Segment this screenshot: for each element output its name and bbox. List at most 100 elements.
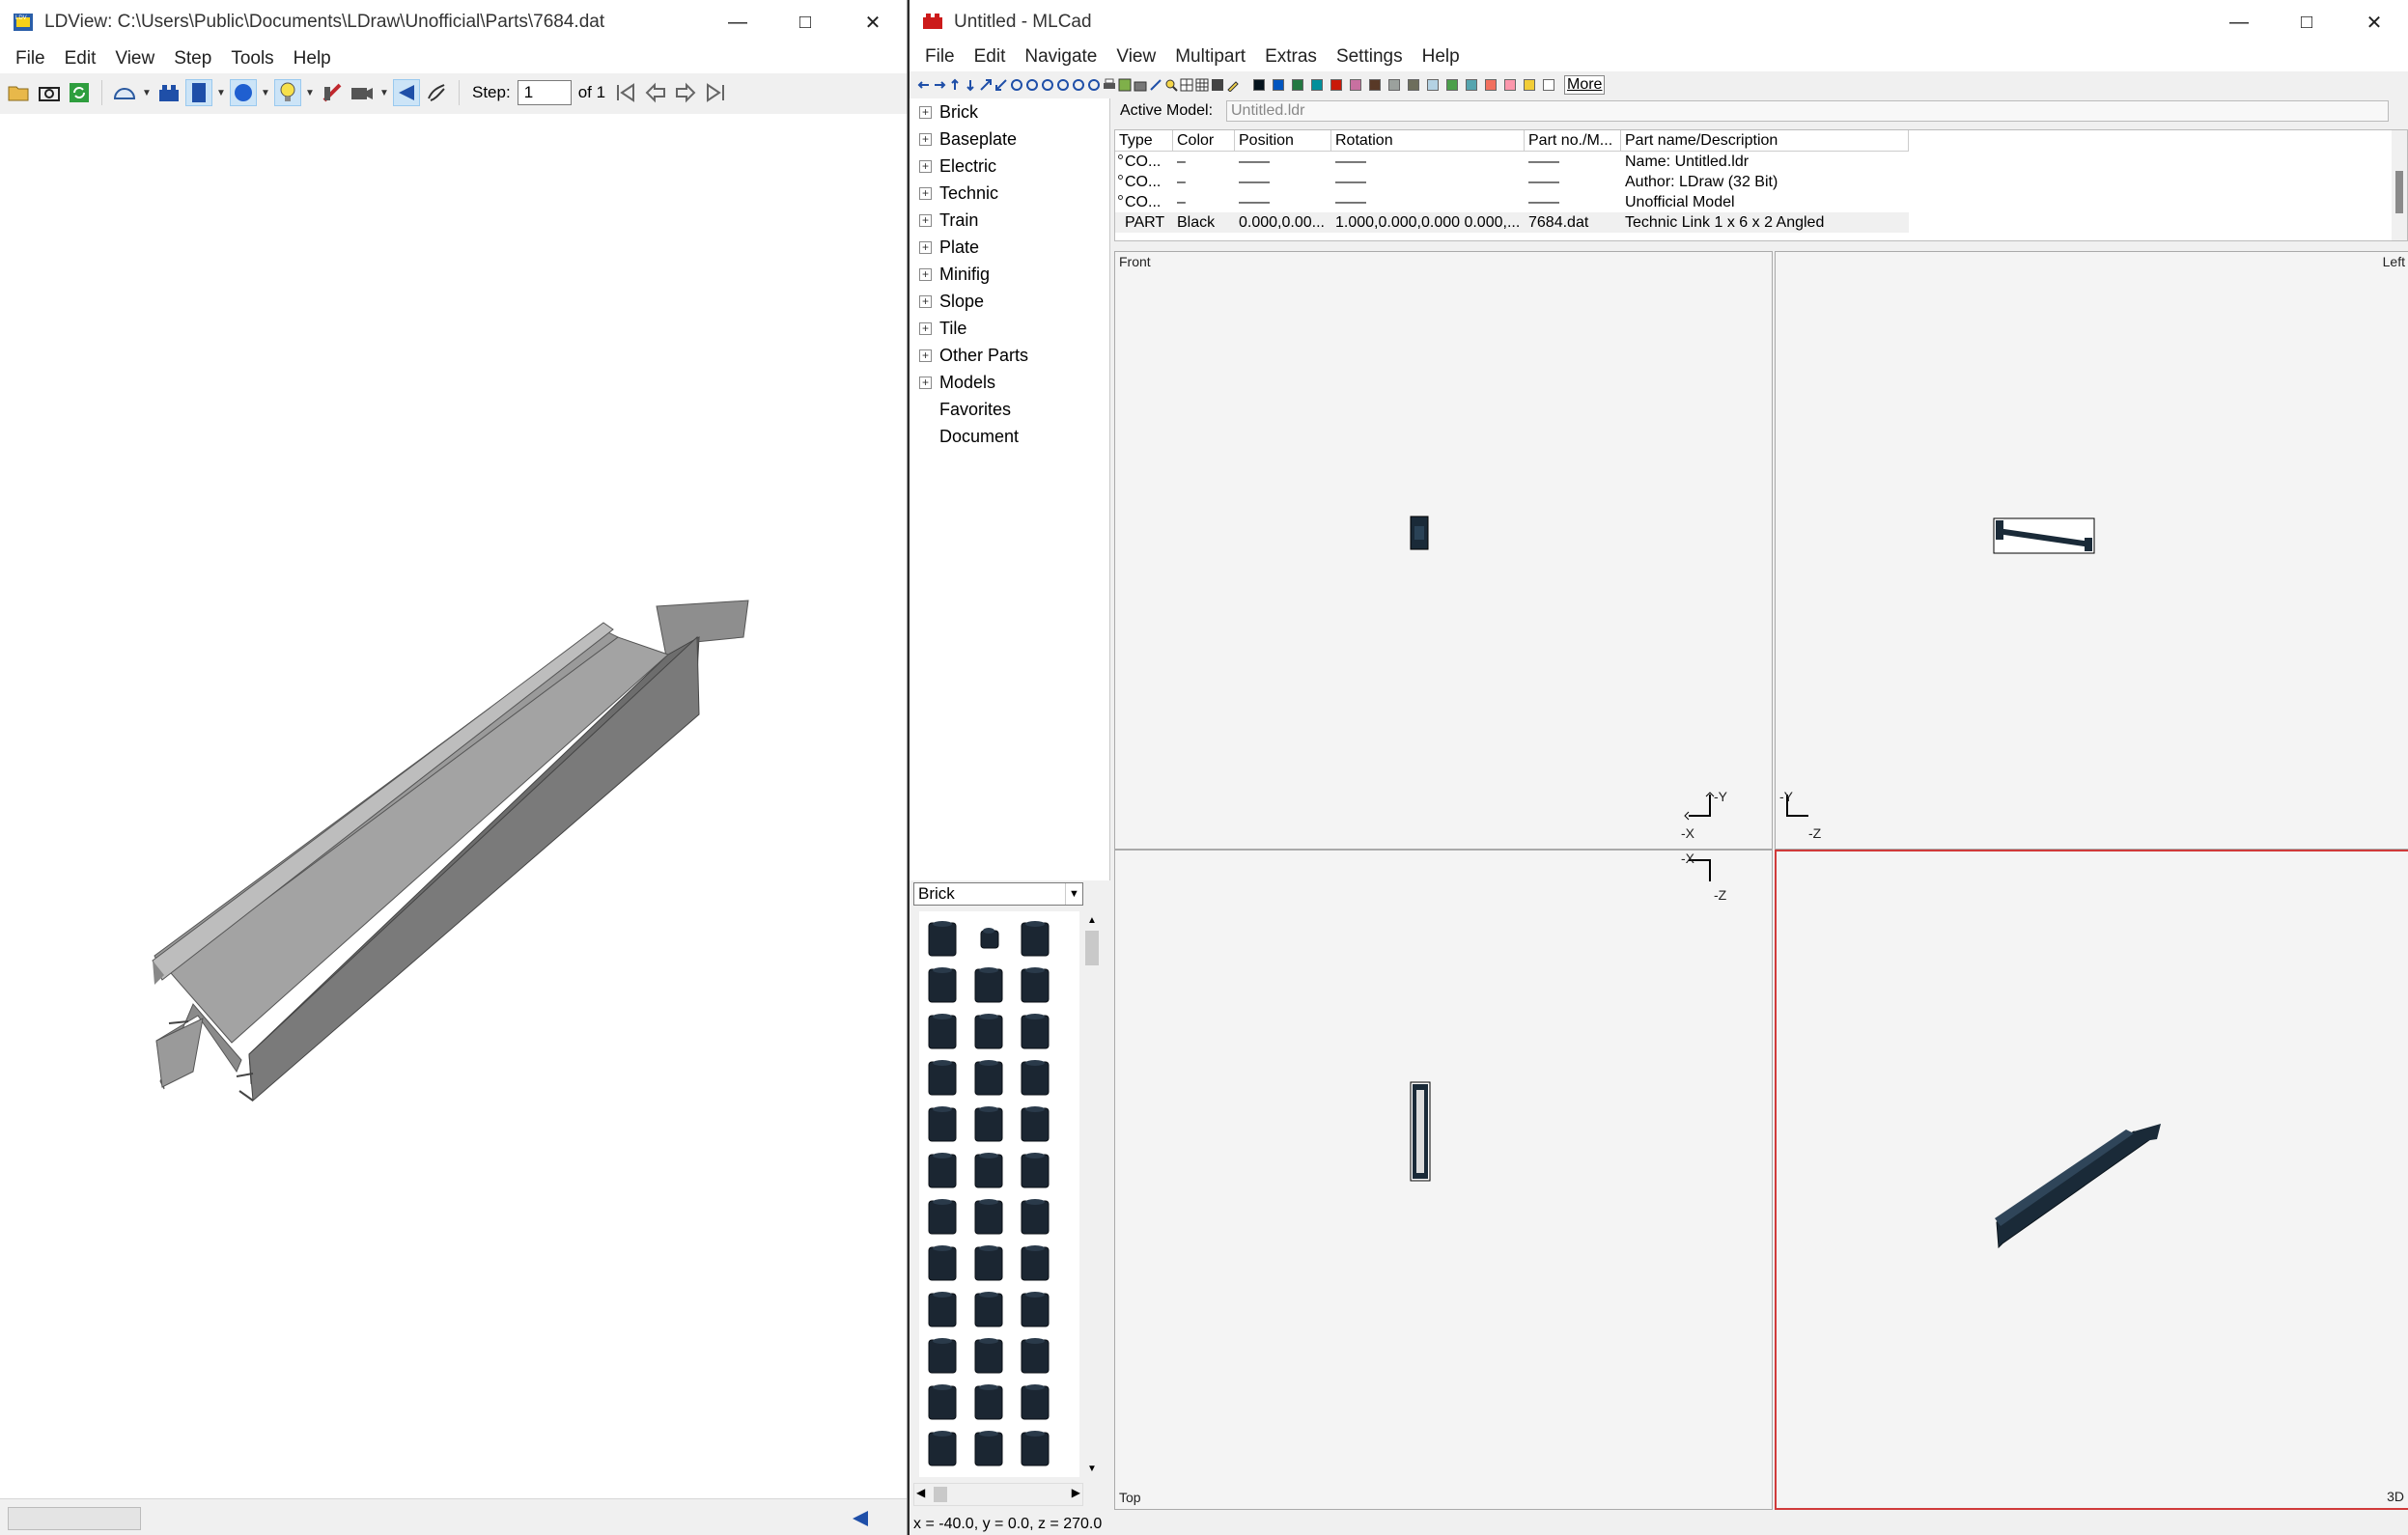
expand-icon[interactable]: + bbox=[919, 132, 932, 146]
color-swatch[interactable] bbox=[1446, 79, 1458, 91]
part-thumbnail[interactable] bbox=[923, 917, 962, 958]
wireframe-icon[interactable] bbox=[185, 79, 212, 106]
menu-help[interactable]: Help bbox=[284, 48, 341, 70]
latitude-longitude-icon[interactable] bbox=[319, 79, 346, 106]
part-thumbnail[interactable] bbox=[923, 963, 962, 1004]
view-angle-icon[interactable] bbox=[111, 79, 138, 106]
color-swatch[interactable] bbox=[1504, 79, 1516, 91]
camera-projection-dropdown[interactable]: ▼ bbox=[378, 79, 390, 106]
expand-icon[interactable]: + bbox=[919, 321, 932, 335]
part-thumbnail[interactable] bbox=[969, 1288, 1008, 1328]
expand-icon[interactable]: + bbox=[919, 159, 932, 173]
part-thumbnail[interactable] bbox=[969, 1242, 1008, 1282]
scroll-down-icon[interactable]: ▼ bbox=[1083, 1460, 1101, 1477]
grid-fine-icon[interactable] bbox=[1195, 78, 1209, 92]
color-swatch[interactable] bbox=[1311, 79, 1323, 91]
color-swatch[interactable] bbox=[1292, 79, 1303, 91]
part-thumbnail[interactable] bbox=[923, 1149, 962, 1189]
menu-file[interactable]: File bbox=[915, 46, 965, 68]
part-thumbnail[interactable] bbox=[969, 1195, 1008, 1236]
parts-list-icon[interactable] bbox=[155, 79, 182, 106]
wireframe-dropdown[interactable]: ▼ bbox=[215, 79, 227, 106]
tree-item-other-parts[interactable]: + Other Parts bbox=[919, 342, 1028, 369]
reload-icon[interactable] bbox=[66, 79, 93, 106]
part-thumbnail[interactable] bbox=[1016, 1288, 1054, 1328]
menu-view[interactable]: View bbox=[1106, 46, 1165, 68]
menu-step[interactable]: Step bbox=[164, 48, 221, 70]
rotate-y-icon[interactable] bbox=[1041, 78, 1054, 92]
left-viewport[interactable]: Left -Y -Z bbox=[1775, 251, 2408, 850]
expand-icon[interactable]: + bbox=[919, 349, 932, 362]
menu-edit[interactable]: Edit bbox=[55, 48, 106, 70]
move-left-icon[interactable] bbox=[917, 78, 931, 92]
tree-item-electric[interactable]: + Electric bbox=[919, 153, 996, 180]
expand-icon[interactable]: + bbox=[919, 213, 932, 227]
part-thumbnail[interactable] bbox=[923, 1381, 962, 1421]
color-swatch[interactable] bbox=[1350, 79, 1361, 91]
effects-icon[interactable] bbox=[230, 79, 257, 106]
column-header-rotation[interactable]: Rotation bbox=[1331, 130, 1525, 152]
part-thumbnail[interactable] bbox=[923, 1334, 962, 1375]
part-thumbnail[interactable] bbox=[969, 963, 1008, 1004]
color-swatch[interactable] bbox=[1408, 79, 1419, 91]
scroll-up-icon[interactable]: ▲ bbox=[1083, 911, 1101, 929]
color-swatch[interactable] bbox=[1543, 79, 1554, 91]
rotate-x-icon[interactable] bbox=[1010, 78, 1023, 92]
fly-mode-icon[interactable] bbox=[423, 79, 450, 106]
expand-icon[interactable]: + bbox=[919, 240, 932, 254]
move-back-icon[interactable] bbox=[994, 78, 1008, 92]
tree-item-train[interactable]: + Train bbox=[919, 207, 978, 234]
tree-item-plate[interactable]: + Plate bbox=[919, 234, 979, 261]
column-header-type[interactable]: Type bbox=[1115, 130, 1173, 152]
tree-item-brick[interactable]: + Brick bbox=[919, 98, 978, 126]
lighting-bulb-icon[interactable] bbox=[274, 79, 301, 106]
scroll-left-icon[interactable]: ◀ bbox=[916, 1486, 925, 1499]
color-swatch[interactable] bbox=[1466, 79, 1477, 91]
more-colors-button[interactable]: More bbox=[1564, 75, 1606, 95]
ldview-3d-viewport[interactable] bbox=[0, 114, 907, 1498]
column-header-position[interactable]: Position bbox=[1235, 130, 1331, 152]
color-swatch[interactable] bbox=[1388, 79, 1400, 91]
menu-help[interactable]: Help bbox=[1413, 46, 1470, 68]
part-thumbnail[interactable] bbox=[1016, 1010, 1054, 1050]
column-header-part-no[interactable]: Part no./M... bbox=[1525, 130, 1621, 152]
print-icon[interactable] bbox=[1103, 78, 1116, 92]
part-thumbnail[interactable] bbox=[1016, 963, 1054, 1004]
part-thumbnail[interactable] bbox=[923, 1102, 962, 1143]
category-select[interactable]: Brick ▼ bbox=[913, 882, 1083, 906]
rotate-z-icon[interactable] bbox=[1072, 78, 1085, 92]
part-thumbnail[interactable] bbox=[1016, 1427, 1054, 1467]
camera-projection-icon[interactable] bbox=[349, 79, 376, 106]
part-thumbnail[interactable] bbox=[923, 1288, 962, 1328]
expand-icon[interactable]: + bbox=[919, 376, 932, 389]
minimize-button[interactable]: — bbox=[2205, 0, 2273, 44]
chevron-down-icon[interactable]: ▼ bbox=[1065, 883, 1082, 905]
rotate-y-reverse-icon[interactable] bbox=[1056, 78, 1070, 92]
move-up-icon[interactable] bbox=[948, 78, 962, 92]
part-thumbnail[interactable] bbox=[1016, 1056, 1054, 1097]
tree-item-favorites[interactable]: Favorites bbox=[919, 396, 1011, 423]
tree-item-document[interactable]: Document bbox=[919, 423, 1019, 450]
scroll-right-icon[interactable]: ▶ bbox=[1072, 1486, 1080, 1499]
rotate-z-reverse-icon[interactable] bbox=[1087, 78, 1101, 92]
expand-icon[interactable]: + bbox=[919, 267, 932, 281]
part-thumbnail[interactable] bbox=[923, 1010, 962, 1050]
part-thumbnail[interactable] bbox=[1016, 1195, 1054, 1236]
previous-step-icon[interactable] bbox=[642, 79, 669, 106]
move-right-icon[interactable] bbox=[933, 78, 946, 92]
rotate-x-reverse-icon[interactable] bbox=[1025, 78, 1039, 92]
color-swatch[interactable] bbox=[1369, 79, 1381, 91]
color-swatch[interactable] bbox=[1524, 79, 1535, 91]
parts-vertical-scrollbar[interactable]: ▲ ▼ bbox=[1083, 911, 1101, 1477]
top-viewport[interactable]: Top -X -Z bbox=[1114, 850, 1773, 1510]
color-swatch[interactable] bbox=[1273, 79, 1284, 91]
hinge-tool-icon[interactable] bbox=[1149, 78, 1162, 92]
column-header-color[interactable]: Color bbox=[1173, 130, 1235, 152]
lighting-dropdown[interactable]: ▼ bbox=[304, 79, 316, 106]
scroll-thumb[interactable] bbox=[934, 1487, 947, 1502]
part-thumbnail[interactable] bbox=[1016, 1149, 1054, 1189]
menu-edit[interactable]: Edit bbox=[965, 46, 1016, 68]
part-thumbnail[interactable] bbox=[1016, 1381, 1054, 1421]
part-thumbnail[interactable] bbox=[969, 1427, 1008, 1467]
part-thumbnail[interactable] bbox=[1016, 1242, 1054, 1282]
